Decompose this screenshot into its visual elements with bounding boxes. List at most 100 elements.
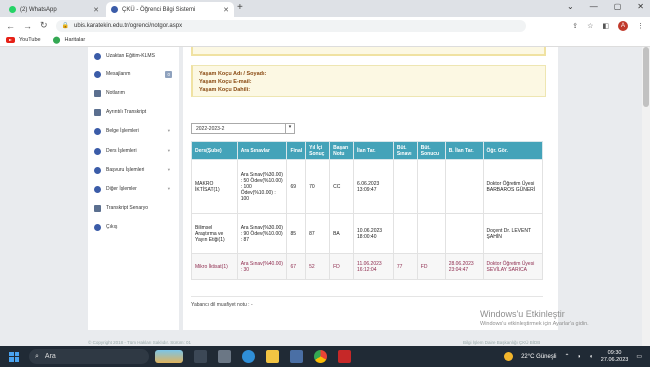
col-yil-ici: Yıl İçi Sonuç bbox=[305, 141, 331, 160]
toolbar-icons: ⇪ ☆ ◧ A ⋮ bbox=[572, 20, 644, 31]
cell-but-sonucu: FD bbox=[416, 253, 446, 280]
youtube-icon bbox=[6, 37, 15, 43]
new-tab-button[interactable]: + bbox=[237, 2, 243, 13]
chevron-down-icon: ▾ bbox=[167, 128, 170, 133]
antivirus-icon[interactable] bbox=[338, 350, 351, 363]
sidebar-item-notlarim[interactable]: Notlarım bbox=[94, 87, 176, 99]
cell-ogr-gor: Doçent Dr. LEVENT ŞAHİN bbox=[482, 213, 544, 254]
network-icon[interactable]: ◗ bbox=[578, 354, 582, 360]
sidebar-item-ders-islemleri[interactable]: Ders İşlemleri ▾ bbox=[94, 145, 176, 157]
chrome-icon[interactable] bbox=[314, 350, 327, 363]
whatsapp-icon bbox=[9, 6, 16, 13]
sidebar-item-cikis[interactable]: Çıkış bbox=[94, 221, 176, 233]
task-view-icon[interactable] bbox=[194, 350, 207, 363]
windows-taskbar: ⌕ Ara 22°C Güneşli ⌃ ◗ ◖ 09:30 27.06.202… bbox=[0, 346, 650, 367]
sidebar-item-transkript-senaryo[interactable]: Transkript Senaryo bbox=[94, 202, 176, 214]
scrollbar[interactable] bbox=[642, 47, 650, 346]
volume-icon[interactable]: ◖ bbox=[589, 354, 593, 360]
edge-icon[interactable] bbox=[242, 350, 255, 363]
close-icon[interactable]: ✕ bbox=[223, 6, 229, 14]
video-app-icon[interactable] bbox=[218, 350, 231, 363]
sidebar-item-uzaktan-egitim[interactable]: Uzaktan Eğitim-KLMS bbox=[94, 50, 176, 62]
sidebar-menu: Uzaktan Eğitim-KLMS Mesajlarım 0 Notları… bbox=[88, 47, 179, 330]
cell-final: 69 bbox=[286, 159, 307, 214]
cell-b-ilan-tar bbox=[444, 213, 484, 254]
cell-ilan-tar: 6.06.2023 13:09:47 bbox=[353, 159, 394, 214]
chevron-up-icon[interactable]: ⌃ bbox=[565, 353, 570, 360]
chevron-down-icon: ▾ bbox=[167, 148, 170, 153]
document-icon bbox=[94, 108, 101, 116]
chevron-down-icon: ▾ bbox=[167, 167, 170, 172]
cell-yil-ici: 87 bbox=[305, 213, 331, 254]
back-button[interactable]: ← bbox=[6, 21, 15, 31]
profile-avatar[interactable]: A bbox=[618, 20, 628, 31]
tab-obs[interactable]: ÇKÜ - Öğrenci Bilgi Sistemi ✕ bbox=[106, 2, 234, 17]
sidebar-item-belge-islemleri[interactable]: Belge İşlemleri ▾ bbox=[94, 125, 176, 137]
bookmark-maps[interactable]: ⬤ Haritalar bbox=[53, 36, 86, 44]
sidebar-item-mesajlarim[interactable]: Mesajlarım 0 bbox=[94, 68, 176, 80]
cell-but-sinavi bbox=[392, 159, 418, 214]
windows-activation-watermark: Windows'u Etkinleştir Windows'u etkinleş… bbox=[480, 309, 589, 327]
address-bar[interactable]: 🔒 ubis.karatekin.edu.tr/ogrenci/notgor.a… bbox=[55, 19, 526, 32]
term-select[interactable]: 2022-2023-2 ▾ bbox=[191, 123, 295, 134]
grades-icon bbox=[94, 89, 101, 97]
close-window-button[interactable]: ✕ bbox=[637, 2, 644, 11]
main-panel: Yaşam Koçu Adı / Soyadı: Yaşam Koçu E-ma… bbox=[183, 47, 558, 330]
notice-box-top bbox=[191, 47, 546, 56]
sidebar-item-diger-islemler[interactable]: Diğer İşlemler ▾ bbox=[94, 183, 176, 195]
tab-whatsapp[interactable]: (2) WhatsApp ✕ bbox=[4, 2, 104, 17]
window-controls: ⌄ — ▢ ✕ bbox=[567, 2, 644, 11]
tab-label: ÇKÜ - Öğrenci Bilgi Sistemi bbox=[122, 6, 196, 13]
close-icon[interactable]: ✕ bbox=[93, 6, 99, 14]
maximize-button[interactable]: ▢ bbox=[614, 2, 622, 11]
share-icon[interactable]: ⇪ bbox=[572, 22, 578, 30]
cell-but-sinavi: 77 bbox=[392, 253, 418, 280]
chevron-down-icon: ▾ bbox=[285, 124, 294, 133]
table-row: MAKRO İKTİSAT(1) Ara Sınav(%30.00) : 50 … bbox=[191, 159, 544, 214]
col-ders: Ders(Şube) bbox=[191, 141, 238, 160]
chevron-down-icon[interactable]: ⌄ bbox=[567, 2, 574, 11]
sidebar-item-label: Çıkış bbox=[106, 224, 118, 230]
footer-credit: Bilgi İşlem Daire Başkanlığı ÇKÜ BİDB bbox=[463, 340, 541, 345]
store-icon[interactable] bbox=[290, 350, 303, 363]
forward-button[interactable]: → bbox=[23, 21, 32, 31]
explorer-icon[interactable] bbox=[266, 350, 279, 363]
coach-email-label: Yaşam Koçu E-mail: bbox=[199, 79, 252, 85]
cell-final: 85 bbox=[286, 213, 307, 254]
list-icon bbox=[94, 204, 101, 212]
divider bbox=[191, 296, 543, 297]
reload-button[interactable]: ↻ bbox=[40, 20, 48, 31]
notification-icon[interactable]: ▭ bbox=[636, 353, 642, 360]
taskbar-search[interactable]: ⌕ Ara bbox=[29, 349, 149, 364]
bookmark-label: YouTube bbox=[19, 37, 41, 43]
lock-icon: 🔒 bbox=[61, 23, 70, 29]
bookmark-youtube[interactable]: YouTube bbox=[6, 37, 41, 43]
search-placeholder: Ara bbox=[44, 353, 56, 360]
clock[interactable]: 09:30 27.06.2023 bbox=[601, 350, 629, 364]
scrollbar-thumb[interactable] bbox=[643, 47, 649, 107]
menu-icon[interactable]: ⋮ bbox=[637, 22, 644, 30]
table-row: Bilimsel Araştırma ve Yayın Etiği(1) Ara… bbox=[191, 213, 544, 254]
weather-text[interactable]: 22°C Güneşli bbox=[521, 354, 556, 360]
windows-start-icon[interactable] bbox=[9, 351, 19, 362]
book-icon bbox=[94, 147, 101, 155]
bookmark-star-icon[interactable]: ☆ bbox=[587, 22, 593, 30]
cell-basari-notu: BA bbox=[329, 213, 355, 254]
sidebar-item-label: Ayrıntılı Transkript bbox=[106, 109, 147, 115]
extensions-icon[interactable]: ◧ bbox=[602, 22, 609, 30]
sidebar-item-label: Belge İşlemleri bbox=[106, 128, 139, 134]
system-tray: 22°C Güneşli ⌃ ◗ ◖ 09:30 27.06.2023 ▭ bbox=[504, 350, 650, 364]
cell-but-sonucu bbox=[416, 213, 446, 254]
minimize-button[interactable]: — bbox=[590, 2, 598, 11]
life-coach-box: Yaşam Koçu Adı / Soyadı: Yaşam Koçu E-ma… bbox=[191, 65, 546, 97]
search-highlight-image[interactable] bbox=[155, 350, 183, 363]
globe-icon bbox=[94, 52, 101, 60]
bookmark-label: Haritalar bbox=[64, 37, 86, 43]
cell-b-ilan-tar bbox=[444, 159, 484, 214]
sun-icon bbox=[504, 352, 514, 361]
tab-label: (2) WhatsApp bbox=[20, 6, 57, 13]
sidebar-item-transkript[interactable]: Ayrıntılı Transkript bbox=[94, 106, 176, 118]
sidebar-item-basvuru-islemleri[interactable]: Başvuru İşlemleri ▾ bbox=[94, 164, 176, 176]
cell-but-sinavi bbox=[392, 213, 418, 254]
table-header-row: Ders(Şube) Ara Sınavlar Final Yıl İçi So… bbox=[191, 141, 544, 160]
